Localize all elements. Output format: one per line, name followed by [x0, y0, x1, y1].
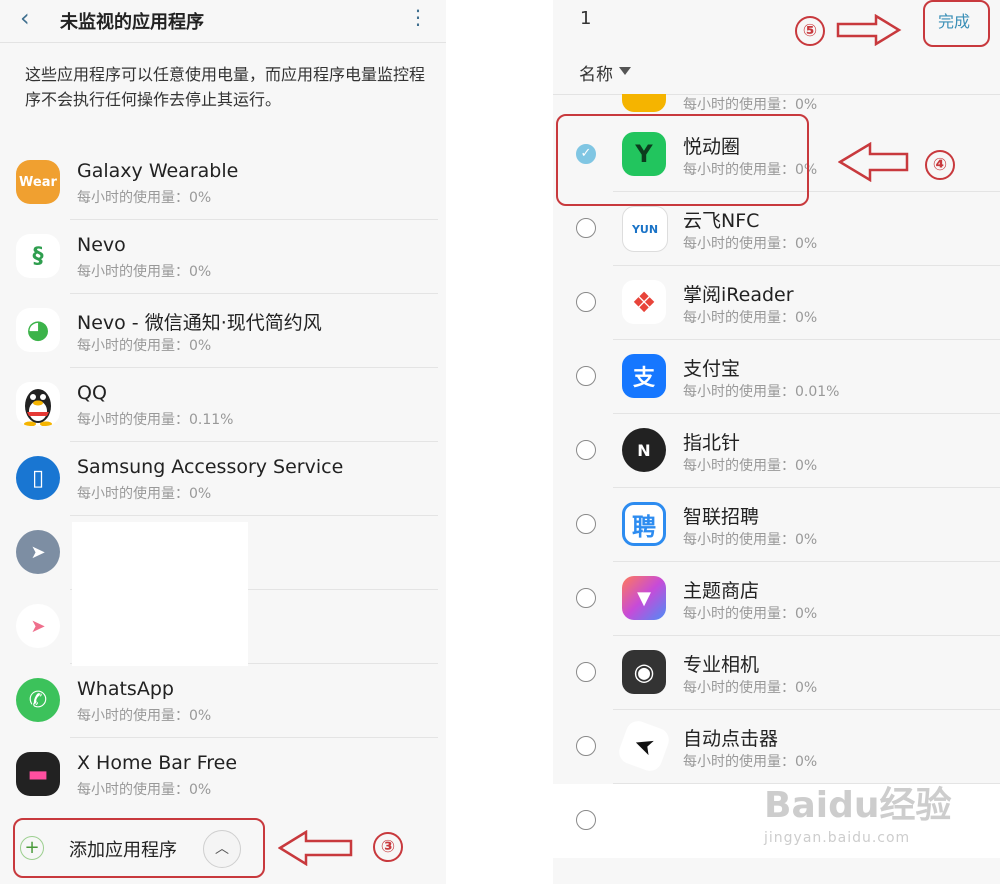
- app-row-zhaopin[interactable]: 聘 智联招聘 每小时的使用量：0%: [553, 488, 1000, 562]
- yunfei-nfc-icon: YUN: [622, 206, 668, 252]
- app-name: Nevo: [77, 234, 126, 256]
- checkbox[interactable]: [576, 218, 596, 238]
- dna-icon: §: [16, 234, 60, 278]
- app-bar: ‹ 未监视的应用程序 ⋮: [0, 0, 446, 43]
- app-name: WhatsApp: [77, 678, 174, 700]
- partial-app-icon: [622, 94, 666, 112]
- unmonitored-apps-screen: ‹ 未监视的应用程序 ⋮ 这些应用程序可以任意使用电量，而应用程序电量监控程序不…: [0, 0, 446, 884]
- step-5-marker: ⑤: [795, 16, 825, 46]
- app-usage: 每小时的使用量：0.11%: [77, 412, 234, 428]
- wear-icon: Wear: [16, 160, 60, 204]
- left-arrow-icon: [838, 142, 909, 182]
- selected-count: 1: [580, 8, 592, 29]
- ireader-icon: ❖: [622, 280, 666, 324]
- checkbox[interactable]: [576, 366, 596, 386]
- compass-icon: N: [622, 428, 666, 472]
- watermark-main: Baidu经验: [764, 785, 952, 826]
- app-usage: 每小时的使用量：0%: [77, 782, 212, 798]
- app-row-auto-clicker[interactable]: ➤ 自动点击器 每小时的使用量：0%: [553, 710, 1000, 784]
- app-usage: 每小时的使用量：0%: [77, 264, 212, 280]
- app-row-samsung-accessory[interactable]: ▯ Samsung Accessory Service 每小时的使用量：0%: [0, 442, 446, 516]
- app-name: 自动点击器: [683, 728, 779, 750]
- app-name: QQ: [77, 382, 107, 404]
- app-name: Samsung Accessory Service: [77, 456, 344, 478]
- watermark-url: jingyan.baidu.com: [764, 830, 911, 846]
- app-name: 智联招聘: [683, 506, 760, 528]
- checkbox[interactable]: [576, 736, 596, 756]
- app-usage: 每小时的使用量：0%: [683, 680, 818, 696]
- app-row-compass[interactable]: N 指北针 每小时的使用量：0%: [553, 414, 1000, 488]
- app-usage: 每小时的使用量：0%: [683, 606, 818, 622]
- app-name: 掌阅iReader: [683, 284, 794, 306]
- checkbox[interactable]: [576, 588, 596, 608]
- checkbox[interactable]: [576, 514, 596, 534]
- step-3-marker: ③: [373, 832, 403, 862]
- alipay-icon: 支: [622, 354, 666, 398]
- app-usage: 每小时的使用量：0%: [683, 236, 818, 252]
- step-4-marker: ④: [925, 150, 955, 180]
- sort-bar[interactable]: 名称: [553, 48, 1000, 95]
- app-row-qq[interactable]: QQ 每小时的使用量：0.11%: [0, 368, 446, 442]
- pink-plane-icon: ➤: [16, 604, 60, 648]
- app-usage: 每小时的使用量：0%: [77, 190, 212, 206]
- app-usage: 每小时的使用量：0%: [77, 486, 212, 502]
- app-name: 支付宝: [683, 358, 741, 380]
- back-arrow-icon[interactable]: ‹: [20, 4, 30, 32]
- highlight-box-add: [13, 818, 265, 878]
- highlight-box-done: [923, 0, 990, 47]
- caret-down-icon: [619, 67, 631, 75]
- app-name: Galaxy Wearable: [77, 160, 239, 182]
- app-name: 专业相机: [683, 654, 760, 676]
- app-usage: 每小时的使用量：0%: [683, 754, 818, 770]
- app-name: Nevo - 微信通知·现代简约风: [77, 312, 322, 334]
- app-usage: 每小时的使用量：0%: [683, 97, 818, 113]
- app-usage: 每小时的使用量：0.01%: [683, 384, 840, 400]
- sort-label: 名称: [579, 65, 613, 85]
- homebar-icon: ▬: [16, 752, 60, 796]
- redacted-area: [72, 522, 248, 666]
- app-name: 云飞NFC: [683, 210, 760, 232]
- app-name: 主题商店: [683, 580, 760, 602]
- checkbox[interactable]: [576, 810, 596, 830]
- right-arrow-icon: [836, 14, 902, 46]
- app-usage: 每小时的使用量：0%: [77, 338, 212, 354]
- app-row-galaxy-wearable[interactable]: Wear Galaxy Wearable 每小时的使用量：0%: [0, 146, 446, 220]
- app-row-theme-store[interactable]: ▼ 主题商店 每小时的使用量：0%: [553, 562, 1000, 636]
- app-row-alipay[interactable]: 支 支付宝 每小时的使用量：0.01%: [553, 340, 1000, 414]
- watermark: Baidu经验 jingyan.baidu.com: [764, 776, 951, 846]
- checkbox[interactable]: [576, 662, 596, 682]
- wechat-icon: ◕: [16, 308, 60, 352]
- paper-plane-icon: ➤: [16, 530, 60, 574]
- left-arrow-icon: [278, 830, 353, 866]
- app-name: X Home Bar Free: [77, 752, 238, 774]
- page-title: 未监视的应用程序: [60, 12, 204, 33]
- zhaopin-icon: 聘: [622, 502, 666, 546]
- app-usage: 每小时的使用量：0%: [683, 532, 818, 548]
- app-usage: 每小时的使用量：0%: [77, 708, 212, 724]
- penguin-icon: [16, 382, 60, 426]
- app-row-ireader[interactable]: ❖ 掌阅iReader 每小时的使用量：0%: [553, 266, 1000, 340]
- app-row-x-home-bar[interactable]: ▬ X Home Bar Free 每小时的使用量：0%: [0, 738, 446, 812]
- theme-store-icon: ▼: [622, 576, 666, 620]
- accessory-icon: ▯: [16, 456, 60, 500]
- whatsapp-icon: ✆: [16, 678, 60, 722]
- checkbox[interactable]: [576, 292, 596, 312]
- app-usage: 每小时的使用量：0%: [683, 310, 818, 326]
- highlight-box-select: [556, 114, 809, 206]
- app-usage: 每小时的使用量：0%: [683, 458, 818, 474]
- app-row-nevo[interactable]: § Nevo 每小时的使用量：0%: [0, 220, 446, 294]
- checkbox[interactable]: [576, 440, 596, 460]
- camera-icon: ◉: [622, 650, 666, 694]
- app-row-whatsapp[interactable]: ✆ WhatsApp 每小时的使用量：0%: [0, 664, 446, 738]
- more-options-icon[interactable]: ⋮: [408, 5, 428, 29]
- description-text: 这些应用程序可以任意使用电量，而应用程序电量监控程序不会执行任何操作去停止其运行…: [25, 65, 426, 109]
- gap: [446, 0, 553, 884]
- app-row-nevo-wechat[interactable]: ◕ Nevo - 微信通知·现代简约风 每小时的使用量：0%: [0, 294, 446, 368]
- app-row-pro-camera[interactable]: ◉ 专业相机 每小时的使用量：0%: [553, 636, 1000, 710]
- app-name: 指北针: [683, 432, 741, 454]
- auto-clicker-icon: ➤: [615, 717, 673, 775]
